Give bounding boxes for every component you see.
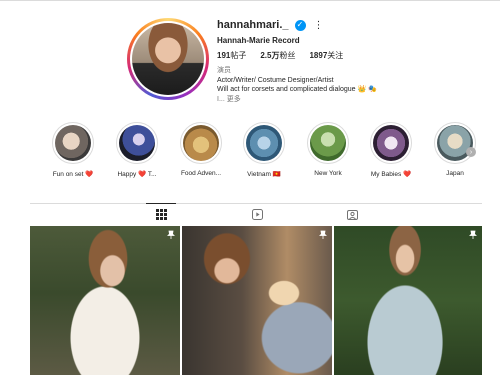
verified-badge-icon: ✓ [294,19,306,31]
highlight-cover [183,125,219,161]
tab-posts[interactable] [146,203,176,221]
bio-line-2: Will act for corsets and complicated dia… [217,86,377,93]
tab-tagged[interactable] [345,207,359,221]
username-row: hannahmari._ ✓ ⋮ [217,19,324,31]
tab-reels[interactable] [250,207,264,221]
stat-followers[interactable]: 2.5万粉丝 [260,50,295,61]
reels-icon [251,208,263,220]
highlight-label: Japan [446,170,464,177]
stat-following[interactable]: 1897关注 [309,50,343,61]
highlight-item[interactable]: My Babies ❤️ [356,122,426,178]
highlight-item[interactable]: Japan [420,122,490,177]
chevron-right-icon[interactable]: › [466,147,476,157]
bio-line-1: Actor/Writer/ Costume Designer/Artist [217,76,334,84]
top-divider [0,0,500,1]
full-name: Hannah-Marie Record [217,36,300,45]
pin-icon [319,230,327,239]
tagged-icon [346,209,358,220]
highlight-label: New York [314,170,342,177]
post-tile[interactable] [182,226,332,375]
post-tile[interactable] [334,226,482,375]
bio-more-link[interactable]: I... 更多 [217,95,417,105]
post-tile[interactable] [30,226,180,375]
highlight-item[interactable]: Food Adven... [166,122,236,177]
profile-avatar[interactable] [127,18,209,100]
bio: 演员 Actor/Writer/ Costume Designer/Artist… [217,66,417,104]
highlight-item[interactable]: New York [293,122,363,177]
highlight-label: Fun on set ❤️ [52,171,94,178]
highlight-label: Vietnam 🇻🇳 [247,171,281,178]
highlight-cover [246,125,282,161]
highlight-label: My Babies ❤️ [370,171,412,178]
highlight-cover [55,125,91,161]
highlight-label: Happy ❤️ T... [117,171,157,178]
tab-divider [30,203,482,204]
highlight-cover [310,125,346,161]
more-options-icon[interactable]: ⋮ [314,20,324,31]
username: hannahmari._ [217,19,289,31]
pin-icon [469,230,477,239]
profile-stats: 191帖子 2.5万粉丝 1897关注 [217,50,343,61]
highlight-item[interactable]: Fun on set ❤️ [38,122,108,178]
highlight-cover [373,125,409,161]
highlight-label: Food Adven... [180,170,222,177]
highlight-cover [119,125,155,161]
highlight-item[interactable]: Vietnam 🇻🇳 [229,122,299,178]
highlight-item[interactable]: Happy ❤️ T... [102,122,172,178]
avatar-image [132,23,204,95]
story-highlights: Fun on set ❤️ Happy ❤️ T... Food Adven..… [30,122,490,182]
bio-category: 演员 [217,67,231,74]
pin-icon [167,230,175,239]
grid-icon [155,208,167,220]
stat-posts[interactable]: 191帖子 [217,50,246,61]
